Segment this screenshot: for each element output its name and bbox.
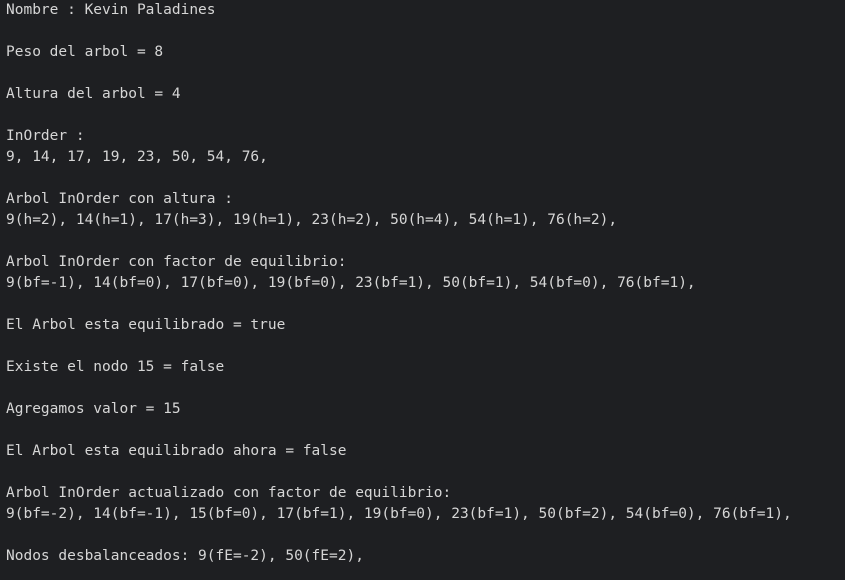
- console-line: Altura del arbol = 4: [6, 86, 181, 102]
- console-line: Peso del arbol = 8: [6, 44, 164, 60]
- console-line: 9, 14, 17, 19, 23, 50, 54, 76,: [6, 149, 268, 165]
- console-line: 9(bf=-1), 14(bf=0), 17(bf=0), 19(bf=0), …: [6, 275, 696, 291]
- console-line: Existe el nodo 15 = false: [6, 359, 225, 375]
- console-line: Arbol InOrder actualizado con factor de …: [6, 485, 452, 501]
- console-line: El Arbol esta equilibrado = true: [6, 317, 286, 333]
- console-line: El Arbol esta equilibrado ahora = false: [6, 443, 347, 459]
- console-line: Nombre : Kevin Paladines: [6, 2, 216, 18]
- console-line: Arbol InOrder con altura :: [6, 191, 233, 207]
- console-line: InOrder :: [6, 128, 85, 144]
- console-line: Arbol InOrder con factor de equilibrio:: [6, 254, 347, 270]
- console-line: Agregamos valor = 15: [6, 401, 181, 417]
- console-line: 9(bf=-2), 14(bf=-1), 15(bf=0), 17(bf=1),…: [6, 506, 792, 522]
- console-output[interactable]: Nombre : Kevin Paladines Peso del arbol …: [0, 0, 845, 580]
- console-line: Nodos desbalanceados: 9(fE=-2), 50(fE=2)…: [6, 548, 364, 564]
- console-line: 9(h=2), 14(h=1), 17(h=3), 19(h=1), 23(h=…: [6, 212, 618, 228]
